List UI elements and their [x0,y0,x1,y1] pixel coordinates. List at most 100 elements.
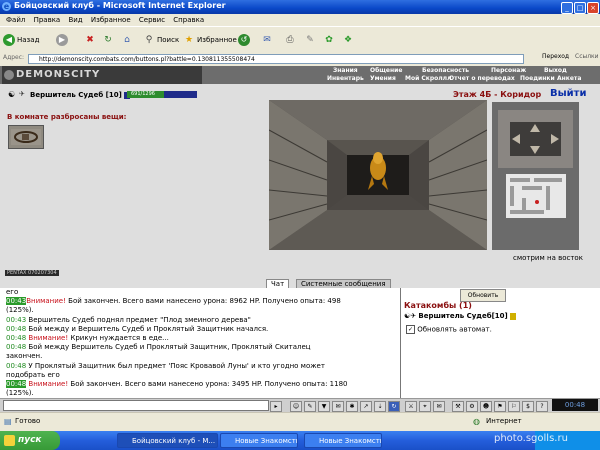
links-button[interactable]: Ссылки [575,53,599,60]
dungeon-view[interactable] [269,100,487,250]
status-text: Готово [15,417,41,425]
nav-skills[interactable]: Умения [370,75,396,82]
menu-bar: Файл Правка Вид Избранное Сервис Справка [0,14,600,26]
stop-button[interactable]: ✖ [84,31,98,49]
nav-inventory[interactable]: Инвентарь [327,75,364,82]
nav-transfers[interactable]: Отчет о переводах [449,75,515,82]
chat-time[interactable]: 00:48 [6,334,26,342]
maximize-button[interactable]: □ [574,2,586,14]
chat-time[interactable]: 00:48 [6,343,26,351]
clear-icon[interactable]: ✎ [304,401,316,412]
refresh-chat-icon[interactable]: ↻ [388,401,400,412]
favorites-button[interactable]: ★ Избранное [183,31,237,49]
window-title: Бойцовский клуб - Microsoft Internet Exp… [14,1,226,10]
chat-line: 00:48 Бой между и Вершитель Судеб и Прок… [6,324,269,333]
quest-icon[interactable]: ⚑ [494,401,506,412]
filter-icon[interactable]: ▼ [318,401,330,412]
clan-icon: ✈ [19,90,25,98]
translit-icon[interactable]: ✱ [346,401,358,412]
chat-time[interactable]: 00:43 [6,316,26,324]
print-icon: ⎙ [286,35,294,45]
nav-character[interactable]: Персонаж [491,67,526,74]
menu-edit[interactable]: Правка [34,14,61,26]
send-icon[interactable]: ▸ [270,401,282,412]
home-button[interactable]: ⌂ [121,31,135,49]
chat-time[interactable]: 00:48 [6,325,26,333]
refresh-button[interactable]: ↻ [102,31,116,49]
chat-line: 00:43 Вершитель Судеб поднял предмет "Пл… [6,315,251,324]
nav-scroll[interactable]: Мой Скроллл [405,75,451,82]
scroll-lock-icon[interactable]: ⇣ [374,401,386,412]
research-button[interactable]: ❖ [342,31,356,49]
nav-knowledge[interactable]: Знания [333,67,358,74]
chat-warning: Внимание! [26,297,66,306]
task-button-combats[interactable]: Бойцовский клуб - M... [117,433,218,448]
menu-help[interactable]: Справка [173,14,204,26]
messenger-button[interactable]: ✿ [323,31,337,49]
ie-icon: e [2,2,11,11]
history-button[interactable]: ↺ [238,31,252,49]
menu-favorites[interactable]: Избранное [91,14,131,26]
search-button[interactable]: ⚲ Поиск [143,31,179,49]
friends-icon[interactable]: ☻ [480,401,492,412]
close-button[interactable]: × [587,2,599,14]
minimap[interactable] [492,102,579,250]
shop-icon[interactable]: $ [522,401,534,412]
help-icon[interactable]: ? [536,401,548,412]
nav-security[interactable]: Безопасность [422,67,469,74]
menu-view[interactable]: Вид [68,14,82,26]
character-name[interactable]: Вершитель Судеб [10] [30,91,131,99]
menu-tools[interactable]: Сервис [139,14,165,26]
forward-arrow-icon: ▶ [56,34,68,46]
nav-exit[interactable]: Выход [544,67,567,74]
chat-log[interactable]: его 00:43Внимание! Бой закончен. Всего в… [0,288,401,398]
minimize-button[interactable]: _ [561,2,573,14]
clan-game-icon[interactable]: ⚐ [508,401,520,412]
browser-toolbar: ◀ Назад ▶ ✖ ↻ ⌂ ⚲ Поиск ★ Избранное ↺ ✉ ⎙ ✎… [0,26,600,54]
nav-profile[interactable]: Анкета [557,75,581,82]
zone-text: Интернет [486,417,522,425]
chat-line: его [6,288,19,296]
research-icon: ❖ [343,35,353,45]
private-icon[interactable]: ✉ [332,401,344,412]
start-button[interactable]: пуск [0,431,60,450]
mail-button[interactable]: ✉ [261,31,275,49]
skills-icon[interactable]: ⚙ [466,401,478,412]
ground-item-thumbnail[interactable] [8,125,44,149]
map-icon[interactable]: ⌖ [419,401,431,412]
status-bar: ▤ Готово ◍ Интернет [0,412,600,431]
inventory-icon[interactable]: ⚒ [452,401,464,412]
gender-icon: ☯ [8,90,16,99]
watermark: photo.sgolls.ru [494,433,568,444]
chat-line: (125%). [6,306,34,315]
edit-icon: ✎ [306,35,314,45]
mail-game-icon[interactable]: ✉ [433,401,445,412]
fight-icon[interactable]: ⚔ [405,401,417,412]
task-button-znakomstva-1[interactable]: Новые Знакомства /... [220,433,298,448]
go-button[interactable]: Переход [542,53,569,60]
arrow-icon[interactable]: ↗ [360,401,372,412]
back-arrow-icon: ◀ [3,34,15,46]
edit-button[interactable]: ✎ [304,31,318,49]
address-input[interactable]: http://demonscity.combats.com/buttons.pl… [28,54,524,64]
chat-time[interactable]: 00:48 [6,380,27,389]
smiley-icon[interactable]: ☺ [290,401,302,412]
nav-battles[interactable]: Поединки [520,75,555,82]
search-icon: ⚲ [145,35,153,45]
chat-time[interactable]: 00:43 [6,297,27,306]
floor-label: Этаж 4Б - Коридор [453,90,542,99]
back-button[interactable]: ◀ Назад [3,31,39,49]
print-button[interactable]: ⎙ [284,31,298,49]
chat-time[interactable]: 00:48 [6,362,26,370]
location-name: Катакомбы (1) [404,301,472,310]
forward-button[interactable]: ▶ [56,31,70,49]
nav-communication[interactable]: Общение [370,67,402,74]
exit-link[interactable]: Выйти [550,88,586,99]
menu-file[interactable]: Файл [6,14,25,26]
task-button-znakomstva-2[interactable]: Новые Знакомства /... [304,433,382,448]
auto-refresh-checkbox[interactable]: ✓ [406,325,415,334]
items-header: В комнате разбросаны вещи: [7,113,127,121]
player-entry[interactable]: ☯✈ Вершитель Судеб[10] [404,312,516,320]
chat-input[interactable] [3,400,269,411]
player-info-icon[interactable] [509,312,516,320]
